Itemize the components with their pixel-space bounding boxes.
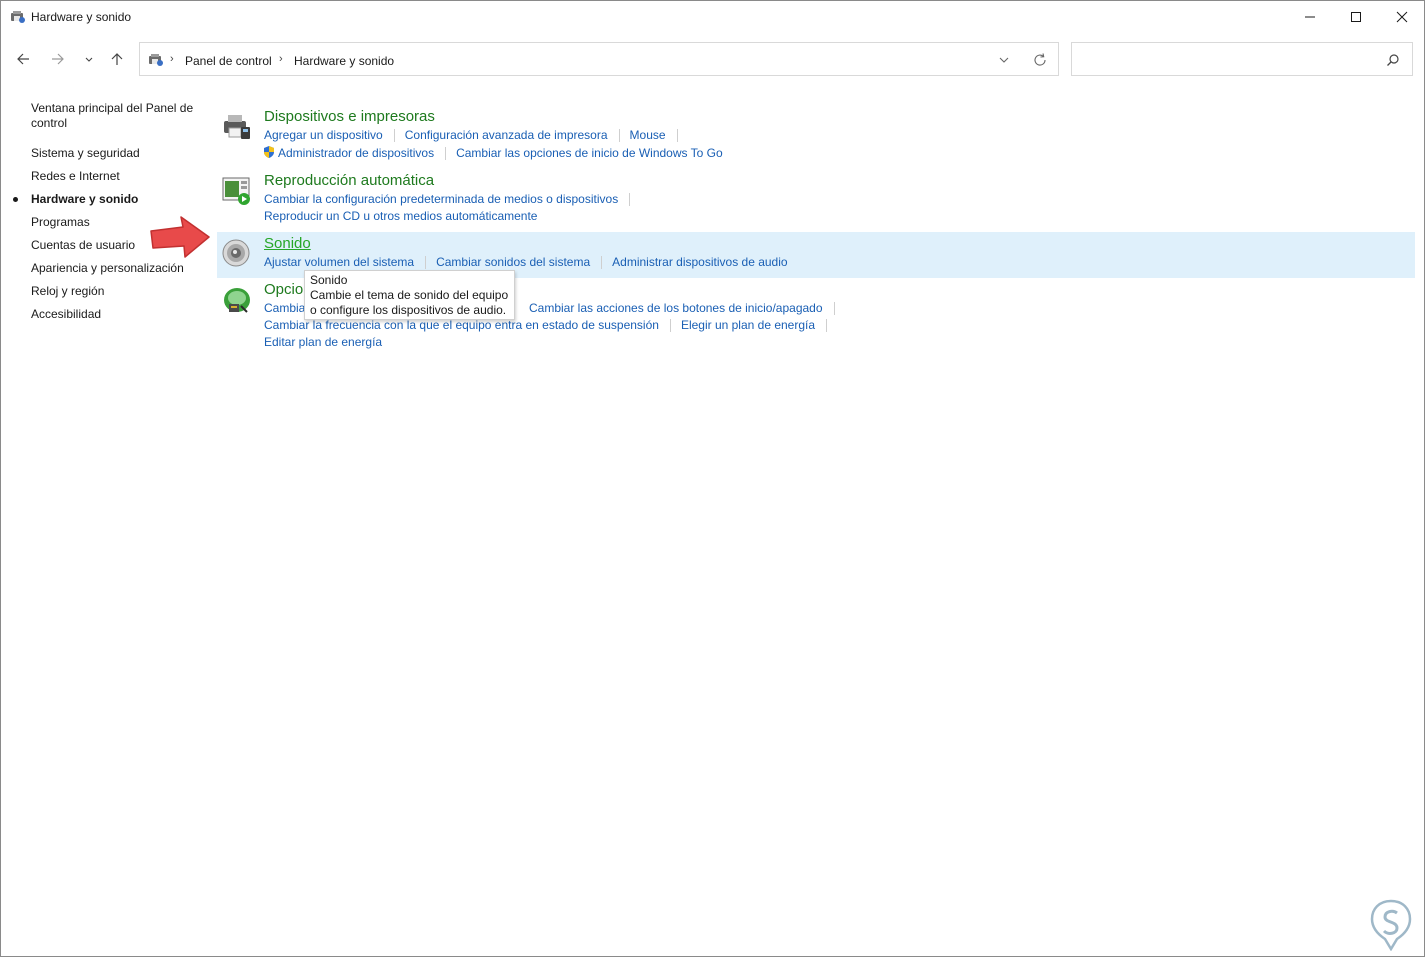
link-separator: [833, 302, 835, 316]
sidebar-item-label: Hardware y sonido: [31, 192, 139, 206]
link-separator: [445, 147, 447, 161]
sidebar-item-security[interactable]: Sistema y seguridad: [31, 146, 140, 161]
link-sleep-frequency[interactable]: Cambiar la frecuencia con la que el equi…: [264, 318, 659, 332]
tooltip-title: Sonido: [310, 273, 348, 287]
navigation-row: › Panel de control › Hardware y sonido: [1, 39, 1424, 79]
control-panel-icon: [149, 54, 163, 66]
link-row: Cambiar las acciones de los botones de i…: [529, 301, 845, 316]
link-row: Cambia: [264, 301, 305, 315]
link-separator: [618, 129, 620, 143]
sidebar-item-programs[interactable]: Programas: [31, 215, 90, 230]
link-edit-power-plan[interactable]: Editar plan de energía: [264, 335, 382, 349]
link-power-buttons[interactable]: Cambiar las acciones de los botones de i…: [529, 301, 823, 315]
link-separator: [669, 319, 671, 333]
back-button[interactable]: [11, 47, 35, 71]
sidebar-item-hardware[interactable]: Hardware y sonido: [13, 192, 139, 207]
sidebar-item-accessibility[interactable]: Accesibilidad: [31, 307, 101, 322]
link-advanced-printer-settings[interactable]: Configuración avanzada de impresora: [405, 128, 608, 142]
link-row: Cambiar la frecuencia con la que el equi…: [264, 318, 837, 333]
arrow-up-icon: [111, 53, 123, 65]
sidebar-item-appearance[interactable]: Apariencia y personalización: [31, 261, 184, 276]
control-panel-icon: [11, 11, 25, 23]
maximize-icon: [1351, 12, 1361, 22]
category-devices-printers: Dispositivos e impresoras Agregar un dis…: [217, 107, 1415, 163]
link-separator: [629, 193, 631, 207]
chevron-right-icon: ›: [279, 53, 283, 65]
link-row: Editar plan de energía: [264, 335, 382, 349]
uac-shield-icon: [264, 146, 274, 158]
chevron-right-icon: ›: [170, 53, 174, 65]
autoplay-icon: [222, 177, 250, 205]
search-icon[interactable]: [1386, 53, 1400, 67]
link-autoplay-cd[interactable]: Reproducir un CD u otros medios automáti…: [264, 209, 537, 223]
arrow-right-icon: [52, 53, 64, 65]
close-button[interactable]: [1379, 1, 1425, 33]
category-title[interactable]: Dispositivos e impresoras: [264, 108, 435, 125]
category-autoplay: Reproducción automática Cambiar la confi…: [217, 171, 1415, 229]
link-manage-audio-devices[interactable]: Administrar dispositivos de audio: [612, 255, 787, 269]
address-bar[interactable]: › Panel de control › Hardware y sonido: [139, 42, 1059, 76]
refresh-icon[interactable]: [1032, 52, 1048, 68]
link-choose-power-plan[interactable]: Elegir un plan de energía: [681, 318, 815, 332]
link-change-battery-settings[interactable]: Cambia: [264, 301, 305, 315]
printer-device-icon: [224, 115, 250, 139]
close-icon: [1396, 11, 1408, 23]
link-separator: [826, 319, 828, 333]
maximize-button[interactable]: [1333, 1, 1379, 33]
sidebar-item-accounts[interactable]: Cuentas de usuario: [31, 238, 135, 253]
sound-tooltip: Sonido Cambie el tema de sonido del equi…: [304, 270, 515, 320]
link-row: Ajustar volumen del sistema Cambiar sonid…: [264, 255, 788, 270]
link-row: Administrador de dispositivos Cambiar las…: [262, 145, 723, 161]
title-bar: Hardware y sonido: [1, 1, 1424, 33]
link-windows-to-go[interactable]: Cambiar las opciones de inicio de Window…: [456, 146, 723, 160]
sidebar-item-network[interactable]: Redes e Internet: [31, 169, 120, 184]
category-title[interactable]: Reproducción automática: [264, 172, 434, 189]
link-mouse[interactable]: Mouse: [630, 128, 666, 142]
power-options-icon: [224, 288, 250, 313]
link-row: Cambiar la configuración predeterminada …: [264, 192, 640, 207]
forward-button[interactable]: [46, 47, 70, 71]
search-input[interactable]: [1078, 49, 1378, 69]
sidebar-item-home[interactable]: Ventana principal del Panel de control: [31, 101, 196, 131]
watermark-logo-icon: [1370, 899, 1412, 951]
chevron-down-icon: [85, 57, 93, 62]
active-bullet: [13, 197, 18, 202]
link-row: Reproducir un CD u otros medios automáti…: [264, 209, 537, 223]
link-device-manager[interactable]: Administrador de dispositivos: [278, 146, 434, 160]
link-separator: [393, 129, 395, 143]
tooltip-line: o configure los dispositivos de audio.: [310, 303, 507, 317]
speaker-icon: [222, 239, 250, 267]
recent-locations-button[interactable]: [77, 47, 101, 71]
tooltip-line: Cambie el tema de sonido del equipo: [310, 288, 509, 302]
breadcrumb-panel-de-control[interactable]: Panel de control: [185, 54, 272, 68]
address-dropdown-icon[interactable]: [996, 52, 1012, 68]
window-title: Hardware y sonido: [31, 10, 132, 24]
link-separator: [676, 129, 678, 143]
link-change-system-sounds[interactable]: Cambiar sonidos del sistema: [436, 255, 590, 269]
up-button[interactable]: [105, 47, 129, 71]
link-separator: [601, 256, 603, 270]
breadcrumb-hardware-y-sonido[interactable]: Hardware y sonido: [294, 54, 394, 68]
minimize-icon: [1305, 16, 1315, 18]
category-title[interactable]: Opcio: [264, 281, 303, 298]
link-row: Agregar un dispositivo Configuración avan…: [264, 128, 688, 143]
arrow-left-icon: [17, 53, 29, 65]
search-box[interactable]: [1071, 42, 1413, 76]
sidebar-item-clock-region[interactable]: Reloj y región: [31, 284, 104, 299]
link-separator: [425, 256, 427, 270]
minimize-button[interactable]: [1287, 1, 1333, 33]
link-change-default-media[interactable]: Cambiar la configuración predeterminada …: [264, 192, 618, 206]
category-title[interactable]: Sonido: [264, 235, 311, 252]
link-adjust-volume[interactable]: Ajustar volumen del sistema: [264, 255, 414, 269]
link-add-device[interactable]: Agregar un dispositivo: [264, 128, 383, 142]
annotation-arrow-icon: [150, 216, 210, 258]
control-panel-window: Hardware y sonido › Panel de control › H…: [0, 0, 1425, 957]
